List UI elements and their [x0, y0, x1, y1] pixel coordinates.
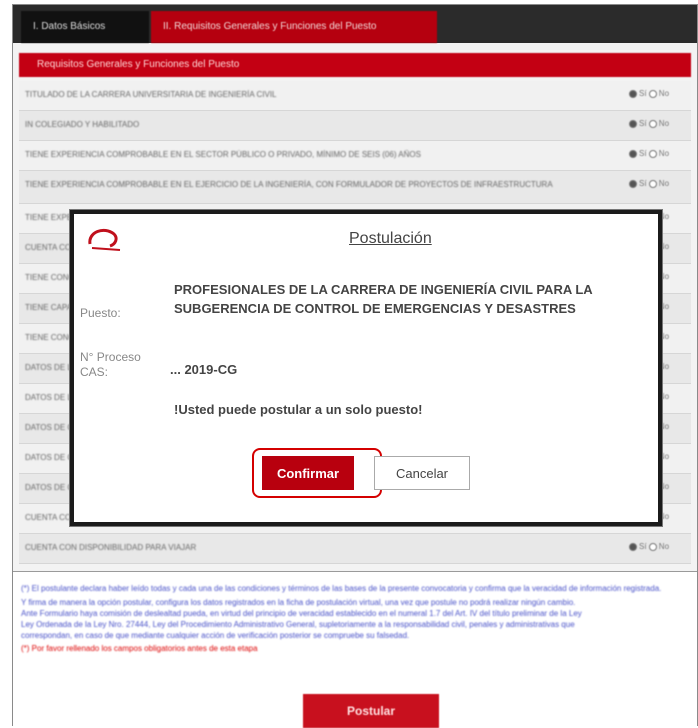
radio-yes[interactable]: [629, 89, 637, 98]
cancel-button[interactable]: Cancelar: [374, 456, 470, 490]
confirm-button[interactable]: Confirmar: [262, 456, 354, 490]
declaration-line: correspondan, en caso de que mediante cu…: [21, 631, 410, 640]
requirement-options: Sí No: [629, 119, 685, 128]
puesto-value: PROFESIONALES DE LA CARRERA DE INGENIERÍ…: [174, 282, 593, 316]
tab-datos-basicos[interactable]: I. Datos Básicos: [21, 11, 149, 43]
radio-yes[interactable]: [629, 179, 637, 188]
radio-no[interactable]: [648, 542, 657, 551]
declaration-line: Ley Ordenada de la Ley Nro. 27444, Ley d…: [21, 620, 575, 629]
footer-declaration: (*) El postulante declara haber leído to…: [13, 571, 697, 728]
requirement-options: Sí No: [629, 542, 685, 551]
requirement-text: TITULADO DE LA CARRERA UNIVERSITARIA DE …: [25, 90, 277, 99]
required-note: (*) Por favor rellenado los campos oblig…: [21, 644, 258, 653]
option-yes-label: Sí: [639, 149, 647, 158]
requirement-text: IN COLEGIADO Y HABILITADO: [25, 120, 140, 129]
table-row: IN COLEGIADO Y HABILITADO Sí No: [19, 111, 691, 141]
radio-no[interactable]: [648, 89, 657, 98]
requirement-options: Sí No: [629, 179, 685, 188]
postulacion-dialog: Postulación Puesto: PROFESIONALES DE LA …: [70, 210, 662, 526]
requirement-text: TIENE EXPERIENCIA COMPROBABLE EN EL SECT…: [25, 150, 421, 159]
radio-yes[interactable]: [629, 542, 637, 551]
requirement-text: TIENE EXPERIENCIA COMPROBABLE EN EL EJER…: [25, 180, 553, 189]
requirement-options: Sí No: [629, 89, 685, 98]
institution-logo-icon: [88, 228, 121, 251]
option-no-label: No: [658, 149, 670, 158]
table-row: TIENE EXPERIENCIA COMPROBABLE EN EL SECT…: [19, 141, 691, 171]
table-row: CUENTA CON DISPONIBILIDAD PARA VIAJAR Sí …: [19, 534, 691, 564]
declaration-line: Ante Formulario haya comisión de desleal…: [21, 609, 582, 618]
warning-message: !Usted puede postular a un solo puesto!: [174, 402, 423, 417]
option-yes-label: Sí: [639, 179, 647, 188]
dialog-title: Postulación: [349, 230, 432, 247]
radio-yes[interactable]: [629, 149, 637, 158]
radio-no[interactable]: [648, 119, 657, 128]
declaration-line: Y firma de manera la opción postular, co…: [21, 598, 576, 607]
postular-button[interactable]: Postular: [303, 694, 439, 728]
option-yes-label: Sí: [639, 542, 647, 551]
proceso-label: N° Proceso CAS:: [80, 350, 141, 379]
requirement-text: CUENTA CON DISPONIBILIDAD PARA VIAJAR: [25, 543, 197, 552]
option-no-label: No: [658, 542, 670, 551]
puesto-label: Puesto:: [80, 306, 121, 320]
tab-requisitos-generales[interactable]: II. Requisitos Generales y Funciones del…: [151, 11, 437, 43]
table-row: TITULADO DE LA CARRERA UNIVERSITARIA DE …: [19, 81, 691, 111]
section-header: Requisitos Generales y Funciones del Pue…: [19, 53, 691, 77]
declaration-line: (*) El postulante declara haber leído to…: [21, 584, 662, 593]
proceso-value: ... 2019-CG: [170, 362, 238, 377]
radio-no[interactable]: [648, 149, 657, 158]
option-yes-label: Sí: [639, 119, 647, 128]
option-yes-label: Sí: [639, 89, 647, 98]
requirement-options: Sí No: [629, 149, 685, 158]
option-no-label: No: [658, 89, 670, 98]
tab-bar: I. Datos Básicos II. Requisitos Generale…: [13, 5, 697, 43]
option-no-label: No: [658, 119, 670, 128]
radio-no[interactable]: [648, 179, 657, 188]
table-row: TIENE EXPERIENCIA COMPROBABLE EN EL EJER…: [19, 171, 691, 204]
radio-yes[interactable]: [629, 119, 637, 128]
option-no-label: No: [658, 179, 670, 188]
